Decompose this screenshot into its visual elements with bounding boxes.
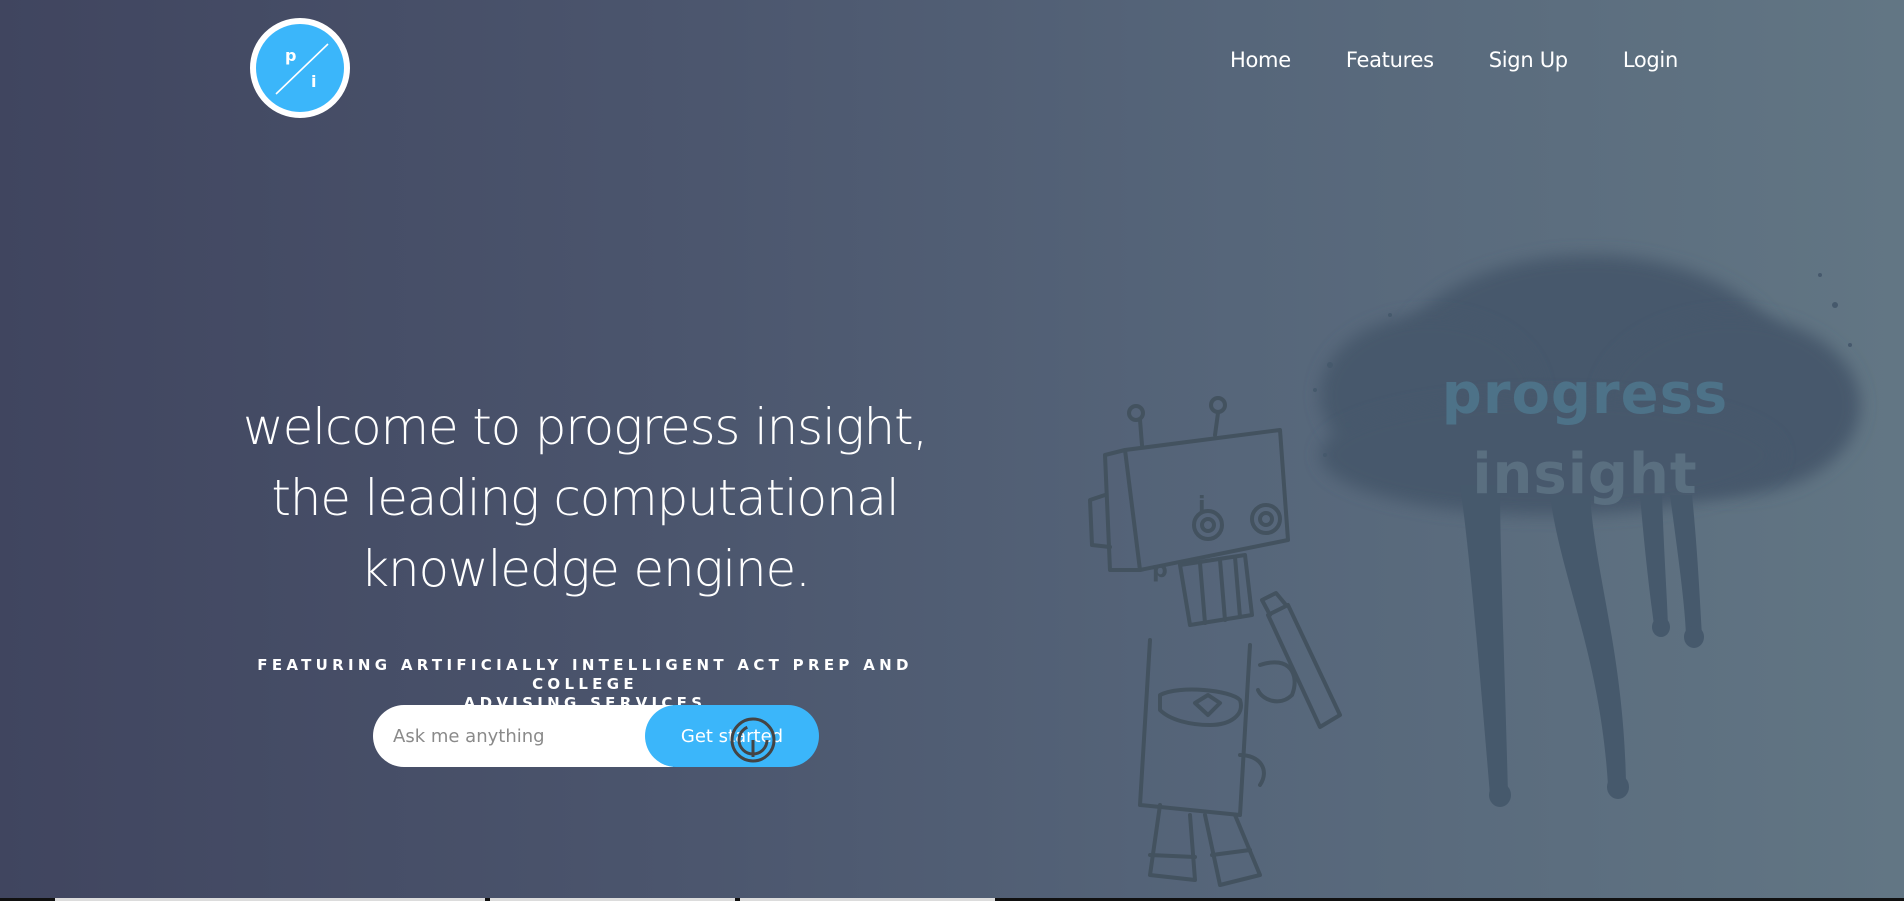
search-input[interactable] bbox=[373, 705, 673, 767]
logo-letter-p: p bbox=[285, 46, 297, 65]
logo[interactable]: p i bbox=[250, 18, 350, 118]
loading-cursor-icon bbox=[730, 717, 776, 763]
robot-icon bbox=[1088, 396, 1342, 887]
logo-letter-i: i bbox=[311, 72, 317, 91]
nav-features[interactable]: Features bbox=[1346, 48, 1434, 72]
spray-cloud-icon bbox=[1313, 255, 1860, 807]
robot-letter-i: i bbox=[1198, 493, 1206, 518]
nav-login[interactable]: Login bbox=[1623, 48, 1678, 72]
graffiti-text: progress insight bbox=[1400, 355, 1770, 515]
robot-graffiti-illustration: i p bbox=[1088, 255, 1860, 887]
hero-headline: welcome to progress insight, the leading… bbox=[230, 392, 940, 605]
nav-signup[interactable]: Sign Up bbox=[1489, 48, 1568, 72]
hero-section: p i Home Features Sign Up Login i p prog… bbox=[0, 0, 1904, 901]
logo-slash-icon bbox=[275, 43, 329, 95]
nav-home[interactable]: Home bbox=[1230, 48, 1291, 72]
headline-line-3: knowledge engine. bbox=[360, 540, 811, 598]
headline-line-2: the leading computational bbox=[271, 469, 899, 527]
headline-line-1: welcome to progress insight, bbox=[242, 398, 928, 456]
main-nav: Home Features Sign Up Login bbox=[1230, 48, 1678, 72]
graffiti-line-insight: insight bbox=[1472, 442, 1698, 507]
subtitle-line-1: FEATURING ARTIFICIALLY INTELLIGENT ACT P… bbox=[257, 656, 913, 693]
graffiti-line-progress: progress bbox=[1441, 362, 1729, 427]
robot-letter-p: p bbox=[1152, 558, 1168, 583]
